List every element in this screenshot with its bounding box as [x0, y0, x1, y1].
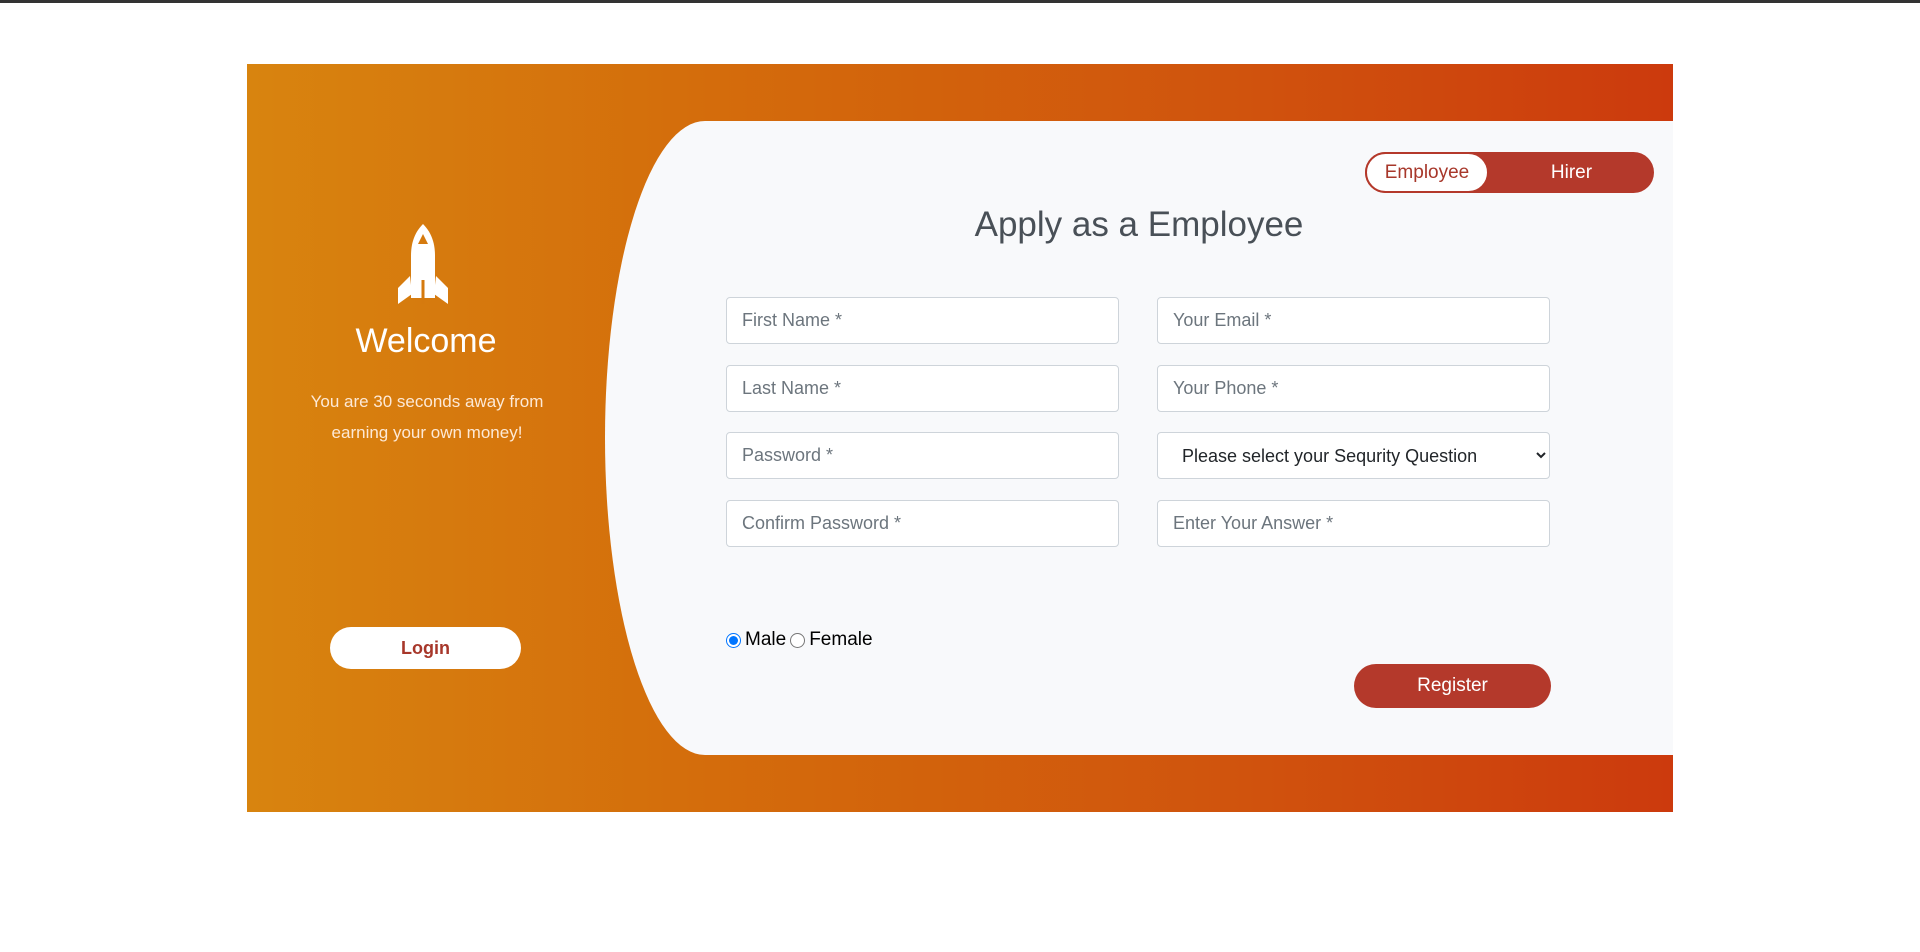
welcome-heading: Welcome	[355, 322, 497, 360]
phone-input[interactable]	[1157, 365, 1550, 412]
tab-employee[interactable]: Employee	[1365, 152, 1489, 193]
register-button[interactable]: Register	[1354, 664, 1551, 708]
login-button[interactable]: Login	[330, 627, 521, 669]
female-label: Female	[809, 629, 873, 650]
form-panel: Employee Hirer Apply as a Employee Pleas…	[605, 121, 1673, 755]
gender-radio-group: Male Female	[726, 629, 873, 651]
welcome-subtitle: You are 30 seconds away from earning you…	[310, 392, 544, 442]
female-radio[interactable]	[790, 632, 806, 648]
rocket-icon	[398, 224, 448, 304]
email-input[interactable]	[1157, 297, 1550, 344]
register-container: Welcome You are 30 seconds away from ear…	[247, 64, 1673, 812]
page-title: Apply as a Employee	[974, 205, 1304, 244]
security-question-select[interactable]: Please select your Sequrity Question	[1157, 432, 1550, 479]
password-input[interactable]	[726, 432, 1119, 479]
male-label: Male	[745, 629, 787, 650]
last-name-input[interactable]	[726, 365, 1119, 412]
tab-hirer[interactable]: Hirer	[1489, 152, 1654, 193]
first-name-input[interactable]	[726, 297, 1119, 344]
male-radio[interactable]	[726, 632, 741, 648]
role-toggle: Employee Hirer	[1365, 152, 1654, 193]
confirm-password-input[interactable]	[726, 500, 1119, 547]
welcome-panel: Welcome You are 30 seconds away from ear…	[247, 64, 605, 812]
answer-input[interactable]	[1157, 500, 1550, 547]
